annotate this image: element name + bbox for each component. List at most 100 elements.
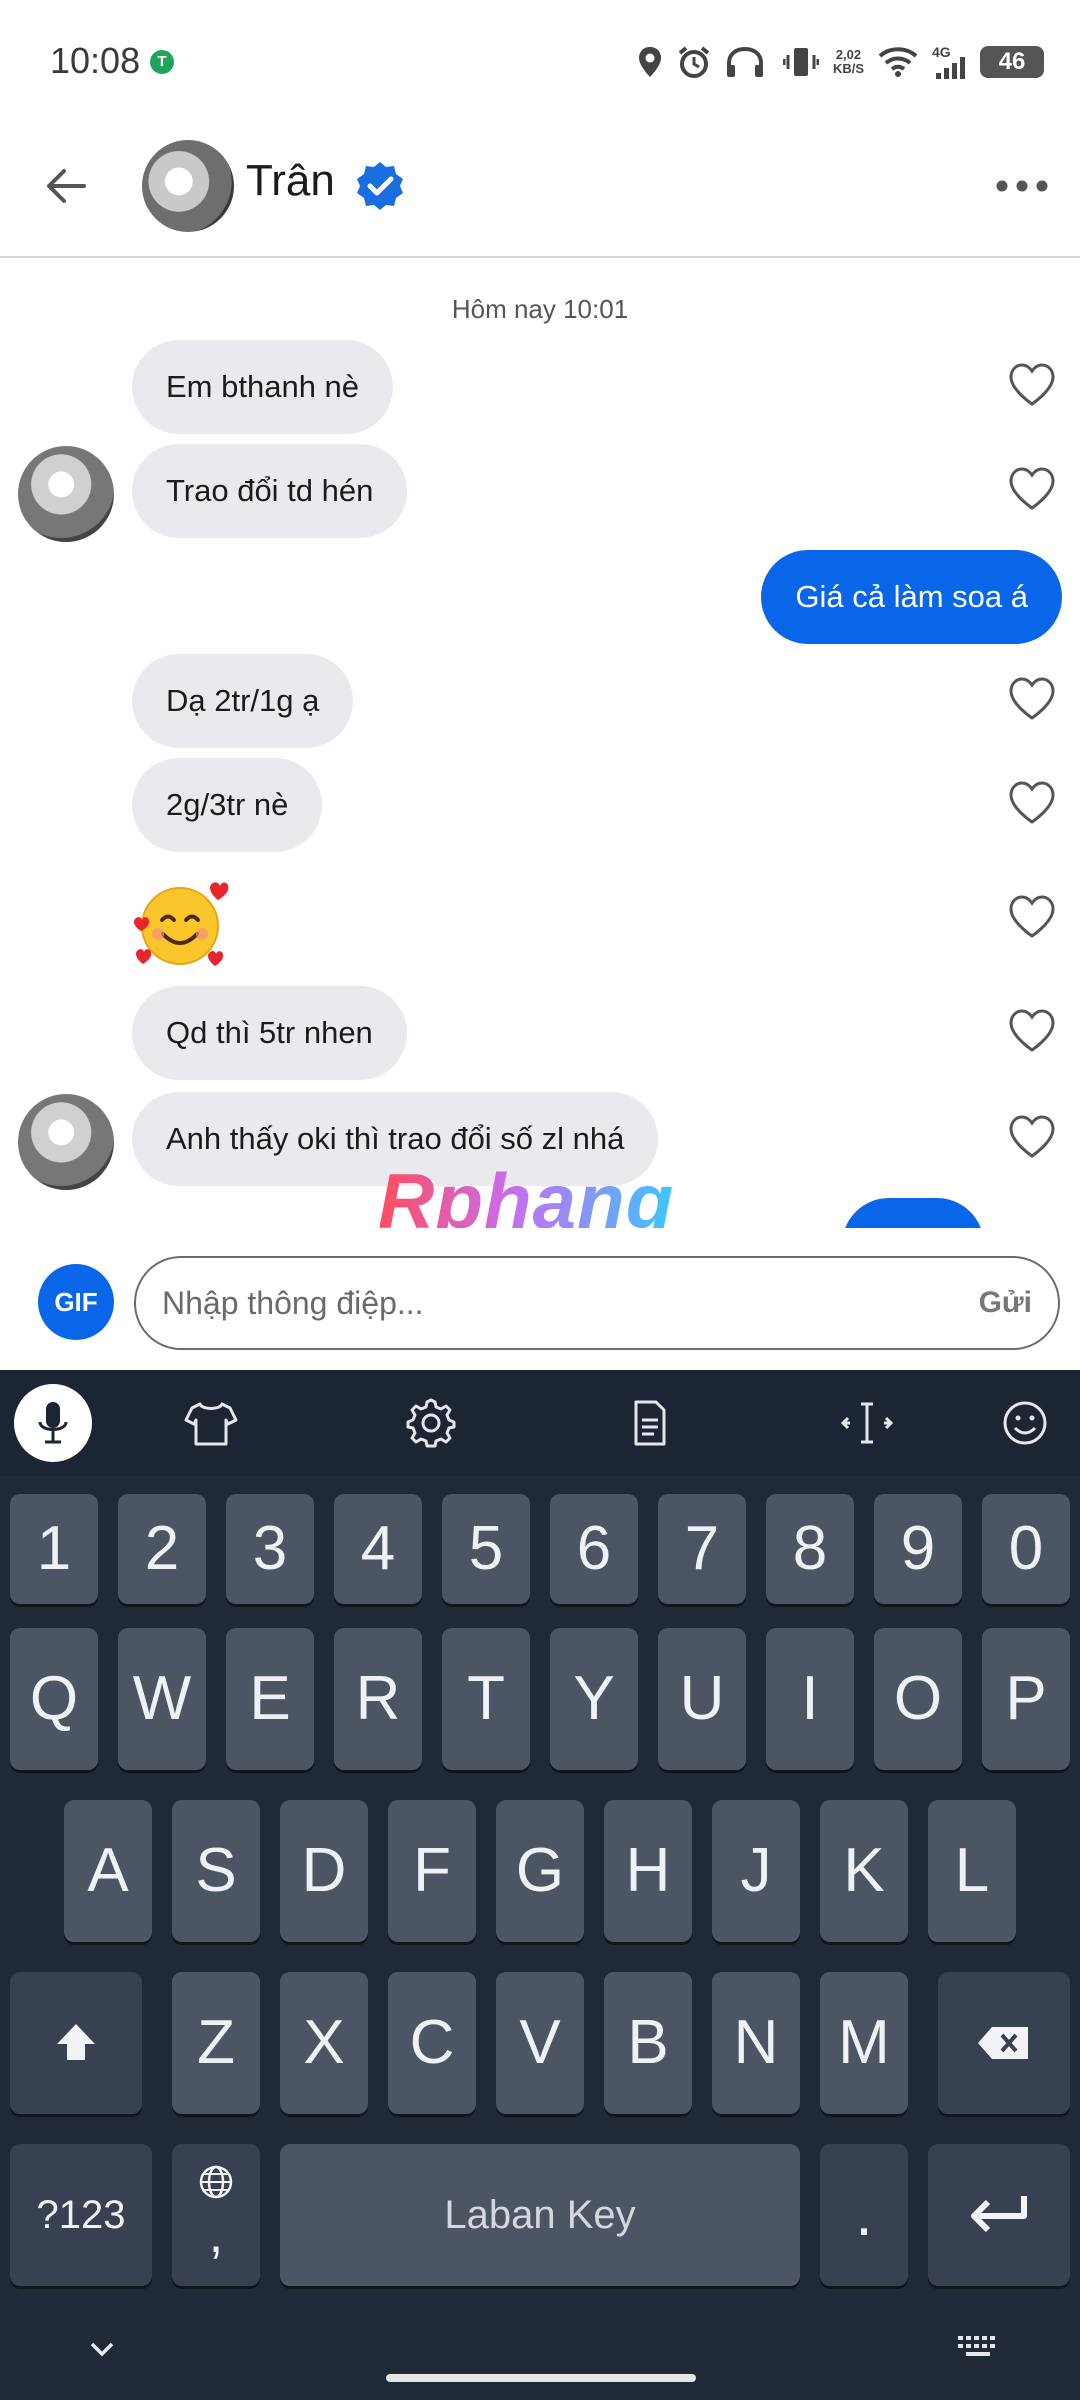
keyboard-switch-icon[interactable]: [956, 2332, 1000, 2362]
contact-avatar[interactable]: [142, 140, 234, 232]
key-h[interactable]: H: [604, 1800, 692, 1942]
outgoing-message[interactable]: Giá cả làm soa á: [761, 550, 1062, 644]
key-x[interactable]: X: [280, 1972, 368, 2114]
cursor-move-icon[interactable]: [828, 1384, 906, 1462]
like-heart-icon[interactable]: [1008, 1008, 1056, 1054]
status-bar: 10:08 T 2,02 KB/S 4G 46: [0, 0, 1080, 120]
more-options-icon[interactable]: [992, 168, 1052, 204]
network-speed-value: 2,02: [835, 47, 862, 62]
message-list[interactable]: Hôm nay 10:01 Em bthanh nè Trao đổi td h…: [0, 258, 1080, 1228]
incoming-message[interactable]: 2g/3tr nè: [132, 758, 323, 852]
key-6[interactable]: 6: [550, 1494, 638, 1604]
key-s[interactable]: S: [172, 1800, 260, 1942]
gif-button[interactable]: GIF: [38, 1264, 114, 1340]
chat-header: Trân: [0, 120, 1080, 258]
headphones-icon: [726, 46, 763, 77]
mic-button[interactable]: [14, 1384, 92, 1462]
like-heart-icon[interactable]: [1008, 780, 1056, 826]
alarm-icon: [678, 46, 710, 78]
network-speed-unit: KB/S: [832, 61, 864, 76]
shift-key[interactable]: [10, 1972, 142, 2114]
key-p[interactable]: P: [982, 1628, 1070, 1770]
space-key[interactable]: Laban Key: [280, 2144, 800, 2286]
key-o[interactable]: O: [874, 1628, 962, 1770]
keyboard-toolbar: [0, 1370, 1080, 1476]
status-time: 10:08: [50, 40, 141, 81]
key-e[interactable]: E: [226, 1628, 314, 1770]
incoming-message[interactable]: Qd thì 5tr nhen: [132, 986, 407, 1080]
key-f[interactable]: F: [388, 1800, 476, 1942]
key-0[interactable]: 0: [982, 1494, 1070, 1604]
key-q[interactable]: Q: [10, 1628, 98, 1770]
chevron-down-icon[interactable]: [84, 2334, 120, 2364]
key-j[interactable]: J: [712, 1800, 800, 1942]
key-z[interactable]: Z: [172, 1972, 260, 2114]
cellular-signal: 4G: [932, 45, 966, 79]
location-icon: [638, 47, 661, 77]
incoming-message[interactable]: Trao đổi td hén: [132, 444, 408, 538]
key-u[interactable]: U: [658, 1628, 746, 1770]
key-b[interactable]: B: [604, 1972, 692, 2114]
wifi-icon: [878, 47, 918, 77]
key-9[interactable]: 9: [874, 1494, 962, 1604]
shift-arrow-icon: [57, 2024, 95, 2060]
key-l[interactable]: L: [928, 1800, 1016, 1942]
key-7[interactable]: 7: [658, 1494, 746, 1604]
network-speed: 2,02 KB/S: [833, 48, 864, 76]
key-8[interactable]: 8: [766, 1494, 854, 1604]
key-2[interactable]: 2: [118, 1494, 206, 1604]
key-i[interactable]: I: [766, 1628, 854, 1770]
key-n[interactable]: N: [712, 1972, 800, 2114]
key-r[interactable]: R: [334, 1628, 422, 1770]
smiling-face-with-hearts-emoji[interactable]: [130, 872, 230, 972]
key-t[interactable]: T: [442, 1628, 530, 1770]
comma-key[interactable]: ,: [172, 2144, 260, 2286]
period-key[interactable]: .: [820, 2144, 908, 2286]
clipboard-icon[interactable]: [610, 1384, 688, 1462]
key-c[interactable]: C: [388, 1972, 476, 2114]
key-w[interactable]: W: [118, 1628, 206, 1770]
like-heart-icon[interactable]: [1008, 894, 1056, 940]
mic-icon: [38, 1402, 68, 1444]
contact-name[interactable]: Trân: [246, 156, 335, 206]
message-placeholder: Nhập thông điệp...: [162, 1285, 424, 1321]
incoming-message[interactable]: Em bthanh nè: [132, 340, 394, 434]
back-arrow-icon[interactable]: [36, 156, 96, 216]
home-indicator[interactable]: [386, 2374, 696, 2382]
symbols-key[interactable]: ?123: [10, 2144, 152, 2286]
incoming-message[interactable]: Dạ 2tr/1g ạ: [132, 654, 354, 748]
signal-icon: [936, 57, 965, 79]
key-1[interactable]: 1: [10, 1494, 98, 1604]
send-button[interactable]: Gửi: [979, 1258, 1032, 1348]
like-heart-icon[interactable]: [1008, 676, 1056, 722]
keyboard-nav-row: [0, 2310, 1080, 2400]
key-v[interactable]: V: [496, 1972, 584, 2114]
like-heart-icon[interactable]: [1008, 362, 1056, 408]
shirt-icon[interactable]: [172, 1384, 250, 1462]
like-heart-icon[interactable]: [1008, 466, 1056, 512]
like-heart-icon[interactable]: [1008, 1114, 1056, 1160]
verified-badge-icon: [357, 162, 403, 210]
key-k[interactable]: K: [820, 1800, 908, 1942]
sender-avatar[interactable]: [18, 446, 114, 542]
key-d[interactable]: D: [280, 1800, 368, 1942]
backspace-icon: [978, 2027, 1028, 2059]
enter-key[interactable]: [928, 2144, 1070, 2286]
message-input[interactable]: Nhập thông điệp... Gửi: [134, 1256, 1060, 1350]
key-y[interactable]: Y: [550, 1628, 638, 1770]
key-5[interactable]: 5: [442, 1494, 530, 1604]
key-a[interactable]: A: [64, 1800, 152, 1942]
backspace-key[interactable]: [938, 1972, 1070, 2114]
sender-avatar[interactable]: [18, 1094, 114, 1190]
key-3[interactable]: 3: [226, 1494, 314, 1604]
keyboard: 1 2 3 4 5 6 7 8 9 0 Q W E R T Y U I O P …: [0, 1370, 1080, 2400]
vibrate-icon: [782, 48, 819, 76]
gear-icon[interactable]: [392, 1384, 470, 1462]
key-g[interactable]: G: [496, 1800, 584, 1942]
key-m[interactable]: M: [820, 1972, 908, 2114]
enter-arrow-icon: [971, 2196, 1027, 2233]
date-divider: Hôm nay 10:01: [451, 294, 629, 324]
emoji-icon[interactable]: [986, 1384, 1064, 1462]
key-4[interactable]: 4: [334, 1494, 422, 1604]
outgoing-message-partial[interactable]: [842, 1198, 984, 1228]
